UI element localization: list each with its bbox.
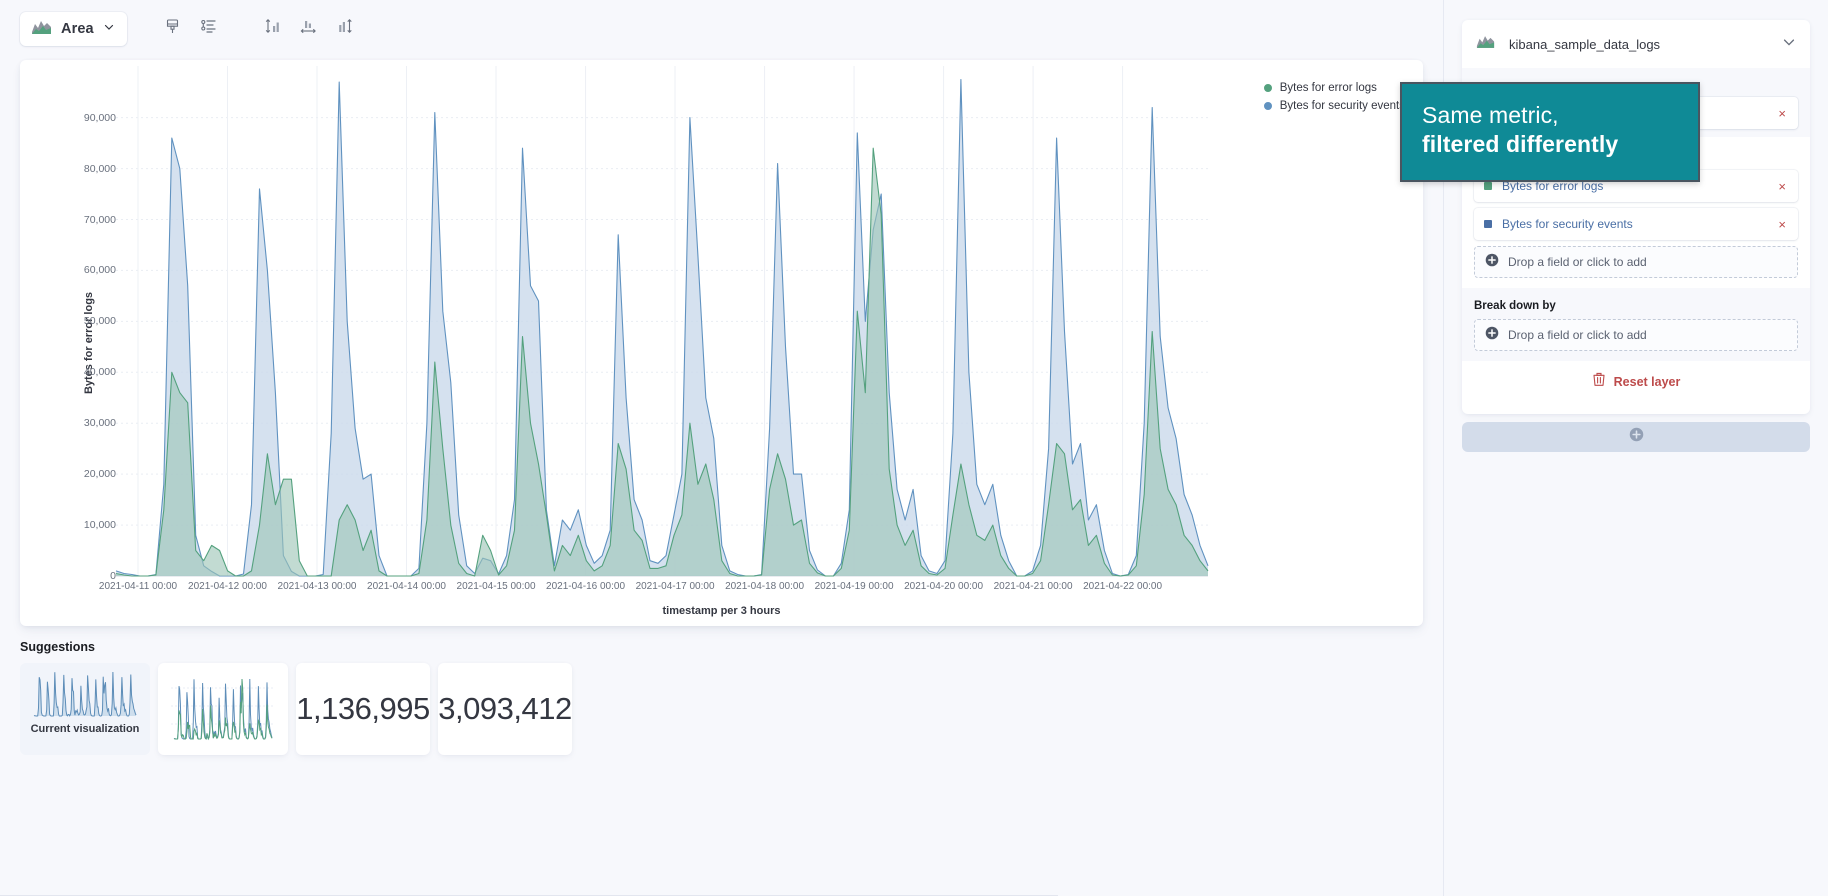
workspace: Area Bytes for error logs 0 10,000 20,00…	[0, 0, 1443, 896]
plus-circle-icon	[1485, 326, 1499, 345]
layer-panel: kibana_sample_data_logs × Bytes logs × B…	[1462, 20, 1810, 414]
x-tick-label: 2021-04-21 00:00	[993, 581, 1073, 592]
suggestions-panel: Suggestions Current visualization 1,136,…	[0, 626, 1443, 755]
x-tick-label: 2021-04-20 00:00	[904, 581, 984, 592]
x-tick-label: 2021-04-15 00:00	[456, 581, 536, 592]
legend-label: Bytes for error logs	[1279, 82, 1377, 94]
group-label: Break down by	[1474, 300, 1556, 312]
x-axis-title: timestamp per 3 hours	[662, 605, 781, 617]
legend-color-dot	[1263, 102, 1272, 110]
dropzone-label: Drop a field or click to add	[1508, 255, 1647, 269]
remove-dimension-icon[interactable]: ×	[1774, 105, 1790, 122]
brush-icon	[164, 18, 181, 40]
chart-legend[interactable]: Bytes for error logs Bytes for security e…	[1263, 82, 1405, 112]
suggestion-metric-2[interactable]: 3,093,412	[438, 663, 572, 755]
suggestions-list: Current visualization 1,136,995 3,093,41…	[20, 663, 1423, 755]
trash-icon	[1592, 372, 1606, 392]
x-tick-label: 2021-04-22 00:00	[1083, 581, 1163, 592]
legend-color-dot	[1263, 84, 1272, 92]
legend-list-icon	[200, 18, 217, 40]
axis-button-group	[255, 12, 363, 46]
reset-layer-label: Reset layer	[1613, 375, 1681, 389]
vertical-axis-icon	[264, 18, 282, 40]
plus-circle-icon	[1629, 427, 1644, 447]
lens-editor-app: Area Bytes for error logs 0 10,000 20,00…	[0, 0, 1828, 896]
metric-value: 3,093,412	[438, 691, 572, 726]
legend-settings-button[interactable]	[191, 12, 227, 46]
series-color-swatch	[1484, 220, 1492, 228]
chevron-down-icon[interactable]	[1782, 35, 1796, 54]
break-down-by-group: Break down by Drop a field or click to a…	[1462, 288, 1810, 361]
legend-item[interactable]: Bytes for security events	[1263, 100, 1405, 112]
remove-dimension-icon[interactable]: ×	[1774, 216, 1790, 233]
callout-line-1: Same metric,	[1422, 102, 1559, 128]
area-chart-icon	[31, 19, 52, 40]
chart-inner: Bytes for error logs 0 10,000 20,000 30,000…	[20, 60, 1423, 626]
suggestion-thumbnail-area	[33, 671, 137, 717]
x-tick-label: 2021-04-14 00:00	[367, 581, 446, 592]
plus-circle-icon	[1485, 253, 1499, 272]
chevron-down-icon	[103, 20, 115, 38]
x-axis-ticks: 2021-04-11 00:00 2021-04-12 00:00 2021-04-…	[20, 581, 1423, 597]
chart-plot-area	[115, 66, 1209, 577]
series-color-swatch	[1484, 182, 1492, 190]
suggestion-line[interactable]	[158, 663, 288, 755]
chart-type-label: Area	[61, 21, 94, 37]
suggestions-title: Suggestions	[20, 640, 96, 654]
horizontal-axis-icon	[299, 18, 318, 40]
x-tick-label: 2021-04-16 00:00	[546, 581, 626, 592]
annotation-callout: Same metric, filtered differently	[1400, 82, 1700, 224]
x-tick-label: 2021-04-13 00:00	[277, 581, 357, 592]
chart-type-switcher[interactable]: Area	[20, 12, 127, 46]
reset-layer-button[interactable]: Reset layer	[1462, 361, 1810, 404]
x-tick-label: 2021-04-17 00:00	[635, 581, 715, 592]
right-axis-button[interactable]	[327, 12, 363, 46]
dropzone-label: Drop a field or click to add	[1508, 328, 1647, 342]
x-tick-label: 2021-04-19 00:00	[814, 581, 894, 592]
datasource-header[interactable]: kibana_sample_data_logs	[1462, 20, 1810, 68]
area-chart-icon	[1476, 34, 1495, 54]
datasource-name: kibana_sample_data_logs	[1509, 36, 1661, 52]
x-tick-label: 2021-04-11 00:00	[98, 581, 178, 592]
metric-value: 1,136,995	[296, 691, 430, 726]
suggestion-caption: Current visualization	[30, 723, 140, 735]
dimension-label: Bytes for security events	[1502, 217, 1633, 231]
bottom-axis-button[interactable]	[291, 12, 327, 46]
remove-dimension-icon[interactable]: ×	[1774, 178, 1790, 195]
breakdown-dropzone[interactable]: Drop a field or click to add	[1474, 319, 1798, 351]
vertical-axis-dropzone[interactable]: Drop a field or click to add	[1474, 246, 1798, 278]
suggestion-thumbnail-line	[171, 678, 275, 741]
chart-toolbar: Area	[0, 0, 1443, 58]
legend-item[interactable]: Bytes for error logs	[1263, 82, 1405, 94]
legend-label: Bytes for security events	[1279, 100, 1405, 112]
add-layer-button[interactable]	[1462, 422, 1810, 452]
x-tick-label: 2021-04-12 00:00	[188, 581, 267, 592]
vertical-axis-alt-icon	[336, 18, 354, 40]
callout-line-2: filtered differently	[1422, 131, 1619, 158]
x-tick-label: 2021-04-18 00:00	[725, 581, 805, 592]
dimension-chip-security-events[interactable]: Bytes for security events ×	[1474, 208, 1798, 240]
suggestion-current[interactable]: Current visualization	[20, 663, 150, 755]
suggestion-metric-1[interactable]: 1,136,995	[296, 663, 430, 755]
style-button-group	[155, 12, 227, 46]
left-axis-button[interactable]	[255, 12, 291, 46]
chart-canvas[interactable]: Bytes for error logs 0 10,000 20,000 30,000…	[20, 60, 1423, 626]
appearance-button[interactable]	[155, 12, 191, 46]
